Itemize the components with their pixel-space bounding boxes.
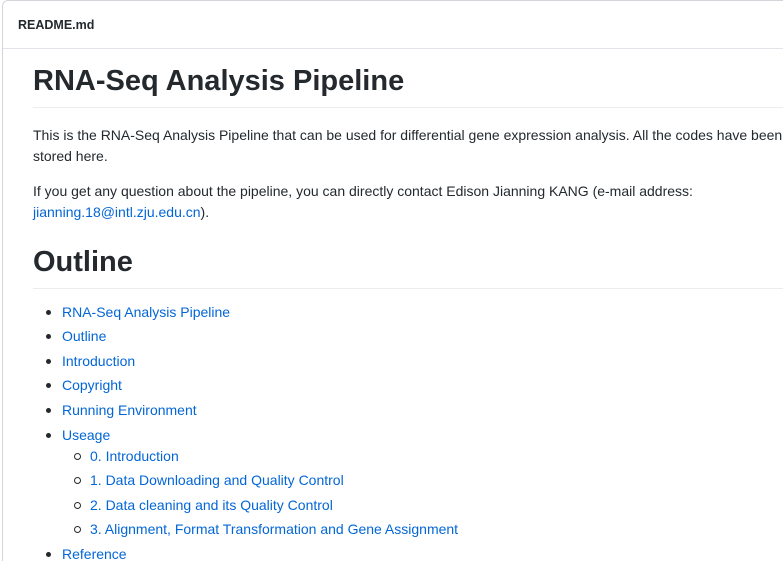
readme-container: README.md RNA-Seq Analysis Pipeline This… — [2, 0, 783, 561]
toc-link-reference[interactable]: Reference — [62, 546, 127, 561]
list-item: Copyright — [33, 375, 783, 395]
toc-link-copyright[interactable]: Copyright — [62, 377, 122, 393]
toc-link-outline[interactable]: Outline — [62, 328, 106, 344]
useage-sublist: 0. Introduction 1. Data Downloading and … — [62, 446, 783, 540]
outline-heading: Outline — [33, 245, 783, 289]
toc-link-1-data-downloading[interactable]: 1. Data Downloading and Quality Control — [90, 472, 344, 488]
readme-header: README.md — [3, 1, 783, 49]
outline-list: RNA-Seq Analysis Pipeline Outline Introd… — [33, 302, 783, 561]
contact-paragraph: If you get any question about the pipeli… — [33, 181, 783, 223]
contact-text: If you get any question about the pipeli… — [33, 182, 693, 199]
list-item: 2. Data cleaning and its Quality Control — [62, 495, 783, 515]
toc-link-introduction[interactable]: Introduction — [62, 353, 135, 369]
list-item: 0. Introduction — [62, 446, 783, 466]
intro-paragraph: This is the RNA-Seq Analysis Pipeline th… — [33, 126, 783, 164]
page-title: RNA-Seq Analysis Pipeline — [33, 64, 783, 108]
toc-link-running-environment[interactable]: Running Environment — [62, 402, 197, 418]
toc-link-0-introduction[interactable]: 0. Introduction — [90, 448, 179, 464]
email-link[interactable]: jianning.18@intl.zju.edu.cn — [33, 204, 201, 220]
list-item: Useage 0. Introduction 1. Data Downloadi… — [33, 425, 783, 540]
markdown-body: RNA-Seq Analysis Pipeline This is the RN… — [33, 49, 783, 561]
toc-link-useage[interactable]: Useage — [62, 427, 110, 443]
toc-link-rna-seq-analysis-pipeline[interactable]: RNA-Seq Analysis Pipeline — [62, 304, 230, 320]
toc-link-2-data-cleaning[interactable]: 2. Data cleaning and its Quality Control — [90, 497, 333, 513]
list-item: Running Environment — [33, 400, 783, 420]
contact-suffix: ). — [200, 203, 210, 220]
list-item: Outline — [33, 326, 783, 346]
readme-filename: README.md — [18, 18, 95, 32]
toc-link-3-alignment[interactable]: 3. Alignment, Format Transformation and … — [90, 521, 458, 537]
list-item: 3. Alignment, Format Transformation and … — [62, 519, 783, 539]
list-item: 1. Data Downloading and Quality Control — [62, 470, 783, 490]
list-item: Introduction — [33, 351, 783, 371]
list-item: Reference — [33, 544, 783, 561]
list-item: RNA-Seq Analysis Pipeline — [33, 302, 783, 322]
